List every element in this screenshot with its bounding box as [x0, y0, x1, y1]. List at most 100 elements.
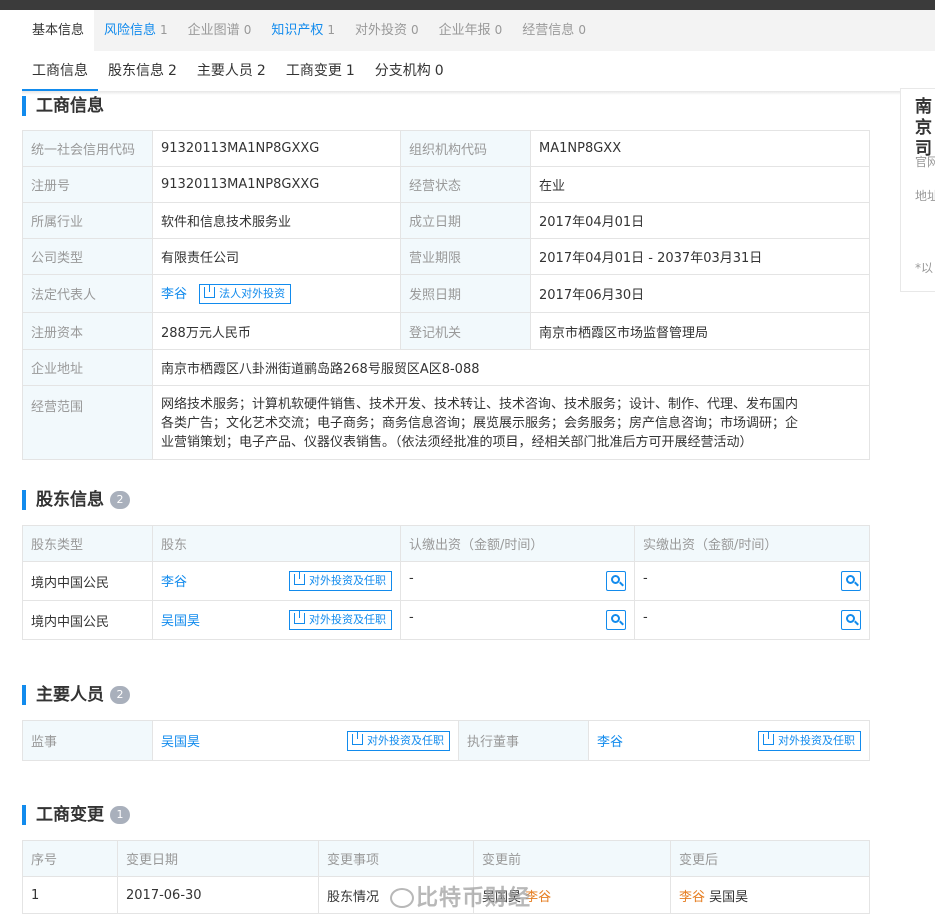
column-header: 序号: [22, 840, 118, 877]
value-cell: 288万元人民币: [152, 312, 401, 350]
change-after: 李谷 吴国昊: [670, 876, 870, 914]
tab-label: 风险信息: [104, 23, 157, 38]
value-cell: 2017年06月30日: [530, 274, 870, 313]
tab-annual-report[interactable]: 企业年报 0: [429, 10, 513, 51]
tab-ip[interactable]: 知识产权 1: [261, 10, 345, 51]
legal-invest-button[interactable]: 法人对外投资: [199, 284, 292, 305]
tab-operation[interactable]: 经营信息 0: [512, 10, 596, 51]
side-company-name: 南京司: [915, 97, 932, 159]
count-badge: 2: [110, 491, 130, 509]
tab-count: 2: [256, 63, 266, 79]
shareholder-type: 境内中国公民: [22, 600, 153, 640]
tab-label: 企业图谱: [187, 23, 240, 38]
invest-position-button[interactable]: 对外投资及任职: [289, 571, 392, 591]
value-cell: 有限责任公司: [152, 238, 401, 275]
value-cell: 91320113MA1NP8GXXG: [152, 130, 401, 167]
search-button[interactable]: [606, 571, 626, 591]
invest-position-button[interactable]: 对外投资及任职: [289, 610, 392, 630]
section-title-changes: 工商变更 1: [22, 805, 130, 825]
section-title-shareholders: 股东信息 2: [22, 490, 130, 510]
tab-risk-info[interactable]: 风险信息 1: [94, 10, 178, 51]
role-cell: 监事: [22, 720, 153, 761]
shareholder-link[interactable]: 李谷: [161, 575, 187, 590]
search-button[interactable]: [841, 571, 861, 591]
value-cell: 91320113MA1NP8GXXG: [152, 166, 401, 203]
scope-cell: 网络技术服务；计算机软硬件销售、技术开发、技术转让、技术咨询、技术服务；设计、制…: [152, 385, 870, 460]
search-button[interactable]: [606, 610, 626, 630]
button-label: 法人对外投资: [219, 287, 286, 301]
side-address-label: 地址: [915, 189, 935, 203]
shareholder-type: 境内中国公民: [22, 561, 153, 601]
person-link[interactable]: 吴国昊: [161, 735, 200, 750]
download-icon: [294, 572, 305, 585]
scope-line: 网络技术服务；计算机软硬件销售、技术开发、技术转让、技术咨询、技术服务；设计、制…: [161, 397, 799, 412]
tab-count: 0: [494, 23, 503, 37]
tab-investment[interactable]: 对外投资 0: [345, 10, 429, 51]
top-dark-bar: [0, 0, 935, 10]
business-info-table: 统一社会信用代码 91320113MA1NP8GXXG 组织机构代码 MA1NP…: [22, 130, 870, 460]
column-header: 变更事项: [318, 840, 474, 877]
label-cell: 经营状态: [400, 166, 531, 203]
watermark: 比特币财经: [390, 880, 531, 912]
subscribed-value: -: [409, 571, 414, 586]
tab-basic-info[interactable]: 基本信息: [22, 10, 95, 51]
label-cell: 公司类型: [22, 238, 153, 275]
tab-count: 1: [345, 63, 355, 79]
table-row: 所属行业 软件和信息技术服务业 成立日期 2017年04月01日: [22, 202, 870, 239]
subtab-business-info[interactable]: 工商信息: [22, 51, 98, 91]
table-row: 公司类型 有限责任公司 营业期限 2017年04月01日 - 2037年03月3…: [22, 238, 870, 275]
person-cell: 吴国昊 对外投资及任职: [152, 720, 459, 761]
tabs-shadow: [22, 91, 935, 95]
subtab-staff[interactable]: 主要人员 2: [187, 51, 276, 91]
after-name-highlight: 李谷: [679, 889, 706, 905]
label-cell: 注册号: [22, 166, 153, 203]
value-cell: 南京市栖霞区市场监督管理局: [530, 312, 870, 350]
main-tabs: 基本信息 风险信息 1 企业图谱 0 知识产权 1 对外投资 0 企业年报 0 经营信息 0: [22, 10, 935, 51]
button-label: 对外投资及任职: [367, 733, 444, 747]
section-title-text: 工商变更: [36, 805, 104, 825]
section-title-text: 工商信息: [36, 96, 104, 116]
subtab-shareholders[interactable]: 股东信息 2: [98, 51, 187, 91]
after-name: 吴国昊: [709, 889, 749, 905]
shareholder-cell: 吴国昊 对外投资及任职: [152, 600, 401, 640]
label-cell: 经营范围: [22, 385, 153, 460]
legal-rep-link[interactable]: 李谷: [161, 287, 187, 302]
person-link[interactable]: 李谷: [597, 735, 623, 750]
table-row: 经营范围 网络技术服务；计算机软硬件销售、技术开发、技术转让、技术咨询、技术服务…: [22, 385, 870, 460]
tab-label: 知识产权: [271, 23, 324, 38]
column-header: 股东类型: [22, 525, 153, 562]
tab-count: 1: [327, 23, 335, 37]
company-side-card: 南京司 官网 地址 *以: [900, 88, 935, 292]
label-cell: 企业地址: [22, 349, 153, 386]
subtab-changes[interactable]: 工商变更 1: [276, 51, 365, 91]
search-icon-handle: [619, 620, 624, 626]
label-cell: 成立日期: [400, 202, 531, 239]
value-cell: 在业: [530, 166, 870, 203]
invest-position-button[interactable]: 对外投资及任职: [347, 730, 450, 751]
invest-position-button[interactable]: 对外投资及任职: [758, 730, 861, 751]
tab-count: 0: [411, 23, 419, 37]
subtab-branches[interactable]: 分支机构 0: [365, 51, 454, 91]
change-no: 1: [22, 876, 118, 914]
download-icon: [294, 611, 305, 624]
section-title-text: 股东信息: [36, 490, 104, 510]
scope-line: 业营销策划；电子产品、仪器仪表销售。（依法须经批准的项目，经相关部门批准后方可开…: [161, 435, 753, 450]
scope-line: 各类广告；文化艺术交流；电子商务；商务信息咨询；展览展示服务；会务服务；房产信息…: [161, 416, 799, 431]
table-row: 法定代表人 李谷 法人对外投资 发照日期 2017年06月30日: [22, 274, 870, 313]
tab-company-graph[interactable]: 企业图谱 0: [178, 10, 262, 51]
download-icon: [763, 731, 774, 745]
search-button[interactable]: [841, 610, 861, 630]
table-row: 注册号 91320113MA1NP8GXXG 经营状态 在业: [22, 166, 870, 203]
search-icon-handle: [854, 581, 859, 587]
person-cell: 李谷 对外投资及任职: [588, 720, 870, 761]
table-header-row: 序号 变更日期 变更事项 变更前 变更后: [22, 840, 870, 877]
subscribed-value: -: [409, 610, 414, 625]
weibo-icon: [390, 888, 414, 908]
shareholder-link[interactable]: 吴国昊: [161, 614, 200, 629]
section-title-staff: 主要人员 2: [22, 685, 130, 705]
column-header: 变更前: [473, 840, 671, 877]
label-cell: 所属行业: [22, 202, 153, 239]
table-header-row: 股东类型 股东 认缴出资（金额/时间） 实缴出资（金额/时间）: [22, 525, 870, 562]
value-cell: 2017年04月01日 - 2037年03月31日: [530, 238, 870, 275]
column-header: 变更日期: [117, 840, 319, 877]
